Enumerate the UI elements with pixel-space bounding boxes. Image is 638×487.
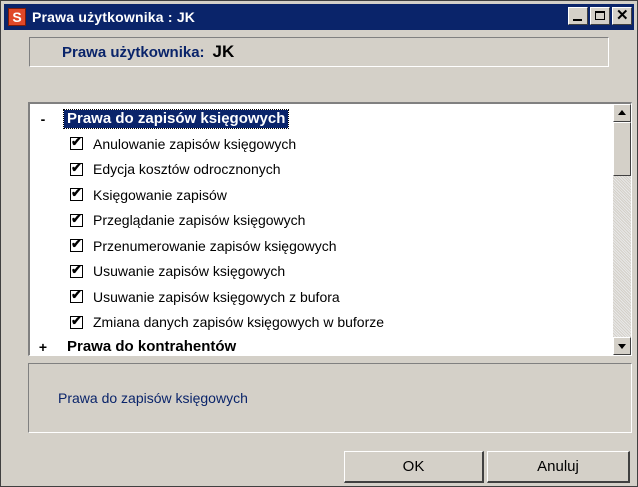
tree-item[interactable]: ✔ Księgowanie zapisów xyxy=(30,182,610,208)
permission-label: Zmiana danych zapisów księgowych w bufor… xyxy=(93,314,385,331)
cancel-button[interactable]: Anuluj xyxy=(487,451,630,483)
checkmark-icon: ✔ xyxy=(71,185,82,201)
tree-group-label[interactable]: Prawa do zapisów księgowych xyxy=(62,109,290,129)
permission-label: Anulowanie zapisów księgowych xyxy=(93,135,297,152)
close-icon: ✕ xyxy=(616,7,629,24)
maximize-icon xyxy=(595,11,605,20)
minimize-button[interactable] xyxy=(568,7,588,25)
permission-checkbox[interactable]: ✔ xyxy=(70,312,83,329)
tree-item[interactable]: ✔ Przeglądanie zapisów księgowych xyxy=(30,208,610,234)
checkmark-icon: ✔ xyxy=(71,159,82,175)
permission-label: Przeglądanie zapisów księgowych xyxy=(93,212,306,229)
checkmark-icon: ✔ xyxy=(71,287,82,303)
permission-label: Usuwanie zapisów księgowych xyxy=(93,263,286,280)
scroll-up-button[interactable] xyxy=(613,104,631,122)
permission-label: Edycja kosztów odrocznonych xyxy=(93,161,281,178)
permission-label: Przenumerowanie zapisów księgowych xyxy=(93,237,337,254)
tree-item[interactable]: ✔ Usuwanie zapisów księgowych z bufora xyxy=(30,284,610,310)
user-rights-label: Prawa użytkownika: xyxy=(62,43,205,61)
tree-item[interactable]: ✔ Edycja kosztów odrocznonych xyxy=(30,157,610,183)
checkmark-icon: ✔ xyxy=(71,134,82,150)
tree-item[interactable]: ✔ Zmiana danych zapisów księgowych w bufo… xyxy=(30,310,610,336)
user-header: Prawa użytkownika: JK xyxy=(29,37,609,67)
permission-checkbox[interactable]: ✔ xyxy=(70,287,83,304)
rights-tree-panel: - Prawa do zapisów księgowych ✔ Anulowanie … xyxy=(28,102,632,356)
scroll-thumb[interactable] xyxy=(613,122,631,176)
expand-icon[interactable]: + xyxy=(36,339,50,355)
tree-group[interactable]: + Prawa do kontrahentów xyxy=(30,335,610,355)
rights-dialog: S Prawa użytkownika : JK ✕ Prawa użytkow… xyxy=(0,0,638,487)
minimize-icon xyxy=(573,19,582,21)
user-name: JK xyxy=(212,42,235,61)
arrow-down-icon xyxy=(618,344,626,349)
permission-checkbox[interactable]: ✔ xyxy=(70,210,83,227)
tree-item[interactable]: ✔ Anulowanie zapisów księgowych xyxy=(30,131,610,157)
permission-checkbox[interactable]: ✔ xyxy=(70,185,83,202)
checkmark-icon: ✔ xyxy=(71,236,82,252)
close-button[interactable]: ✕ xyxy=(612,7,632,25)
tree-group-label[interactable]: Prawa do kontrahentów xyxy=(64,338,239,355)
rights-tree: - Prawa do zapisów księgowych ✔ Anulowanie … xyxy=(30,104,610,355)
permission-label: Usuwanie zapisów księgowych z bufora xyxy=(93,288,340,305)
window-controls: ✕ xyxy=(568,7,632,25)
collapse-icon[interactable]: - xyxy=(36,111,50,127)
vertical-scrollbar[interactable] xyxy=(613,104,631,355)
permission-checkbox[interactable]: ✔ xyxy=(70,159,83,176)
maximize-button[interactable] xyxy=(590,7,610,25)
permission-checkbox[interactable]: ✔ xyxy=(70,236,83,253)
title-bar[interactable]: S Prawa użytkownika : JK ✕ xyxy=(4,4,634,30)
checkmark-icon: ✔ xyxy=(71,261,82,277)
tree-item[interactable]: ✔ Usuwanie zapisów księgowych xyxy=(30,259,610,285)
description-text: Prawa do zapisów księgowych xyxy=(58,390,248,406)
window-title: Prawa użytkownika : JK xyxy=(32,9,196,25)
permission-checkbox[interactable]: ✔ xyxy=(70,261,83,278)
ok-button[interactable]: OK xyxy=(344,451,484,483)
permission-label: Księgowanie zapisów xyxy=(93,186,227,203)
tree-group[interactable]: - Prawa do zapisów księgowych xyxy=(30,107,610,131)
tree-item[interactable]: ✔ Przenumerowanie zapisów księgowych xyxy=(30,233,610,259)
checkmark-icon: ✔ xyxy=(71,312,82,328)
app-icon: S xyxy=(8,8,26,26)
scroll-down-button[interactable] xyxy=(613,337,631,355)
description-panel: Prawa do zapisów księgowych xyxy=(28,363,632,433)
checkmark-icon: ✔ xyxy=(71,210,82,226)
permission-checkbox[interactable]: ✔ xyxy=(70,134,83,151)
arrow-up-icon xyxy=(618,110,626,115)
